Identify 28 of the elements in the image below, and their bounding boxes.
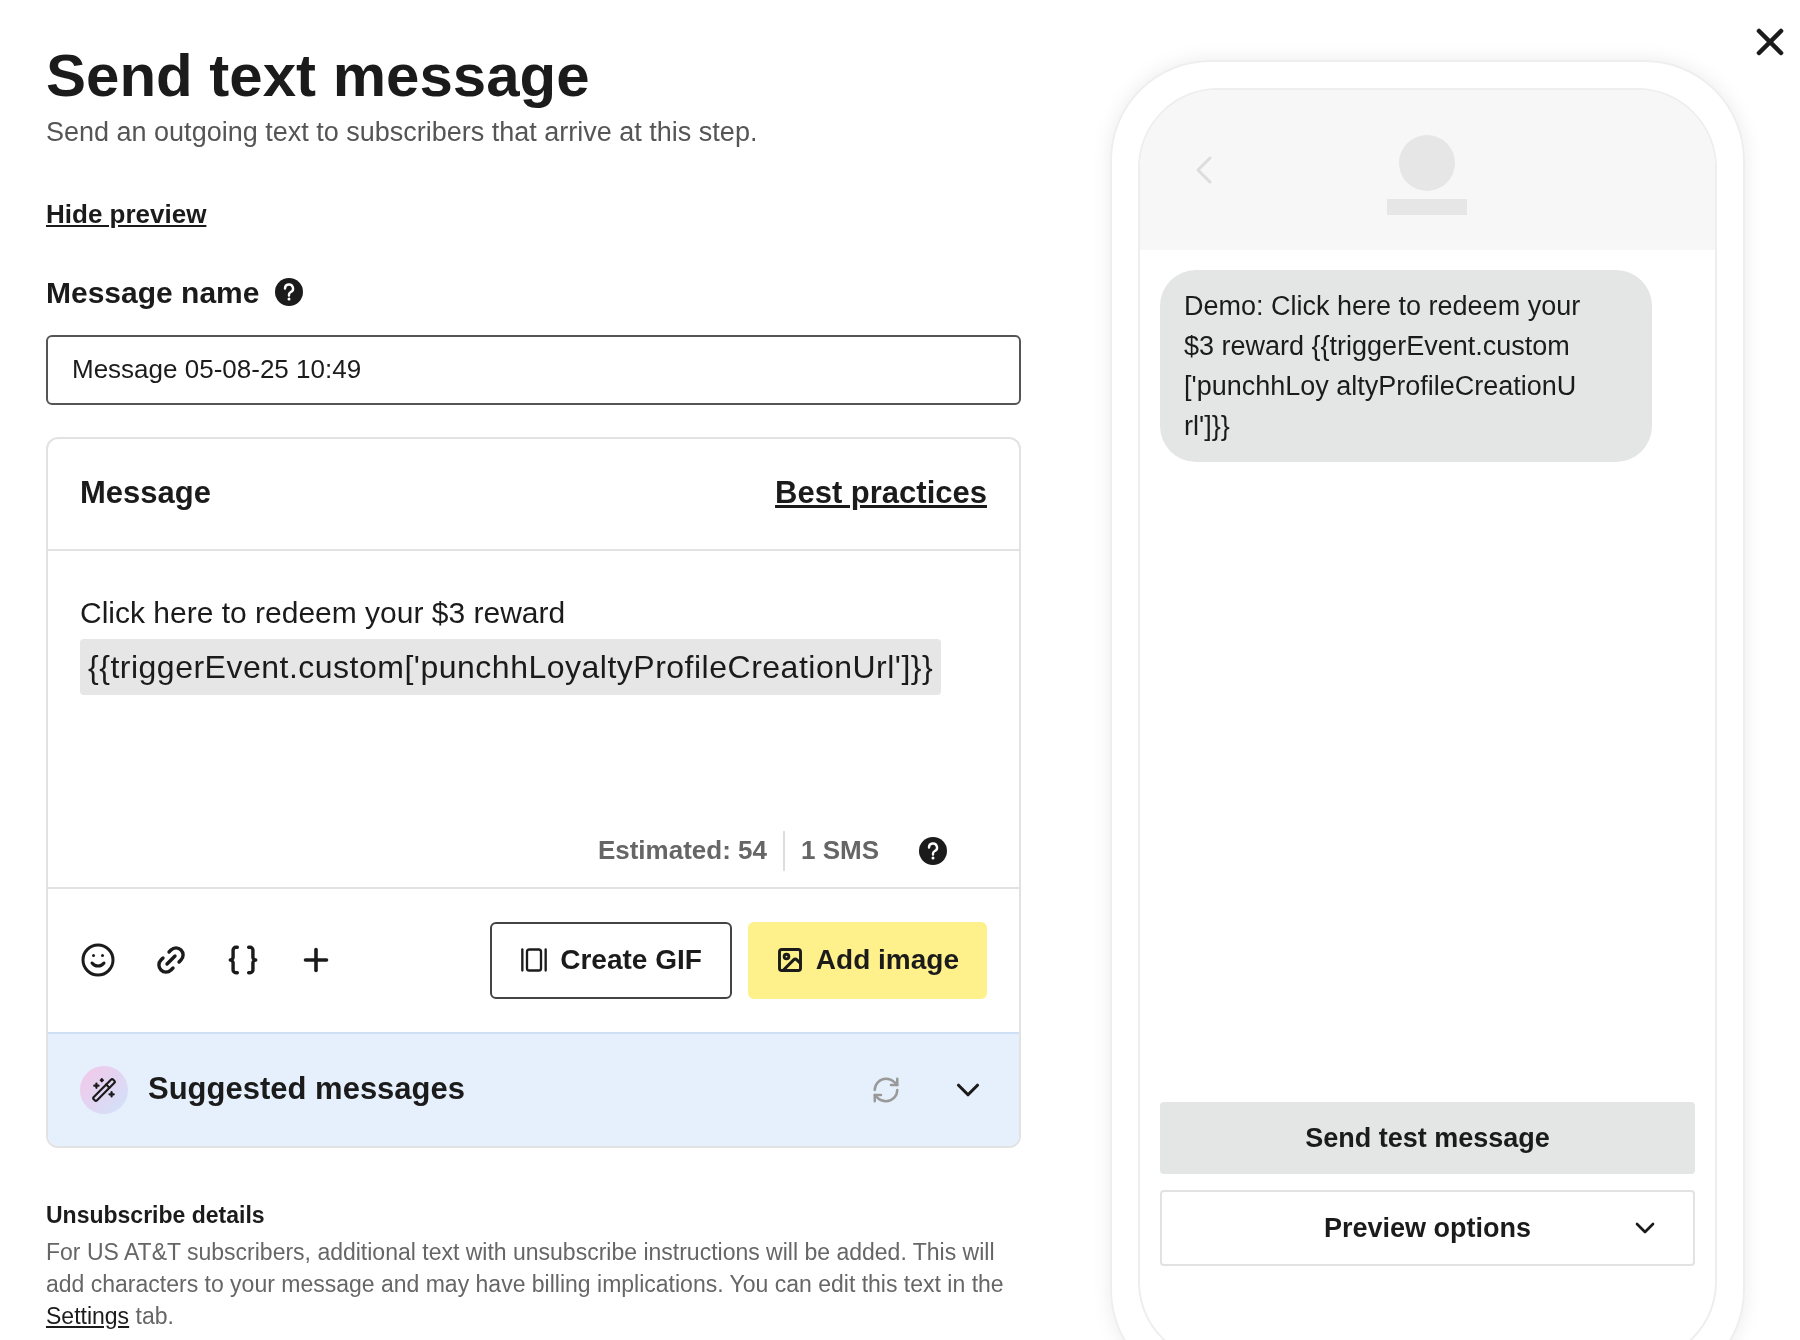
- add-image-button[interactable]: Add image: [747, 921, 987, 999]
- braces-icon[interactable]: [226, 943, 260, 977]
- magic-wand-icon: [80, 1065, 128, 1114]
- gallery-icon: [520, 946, 549, 974]
- template-token: {{triggerEvent.custom['punchhLoyaltyProfileCreationUrl']}}: [80, 638, 942, 695]
- suggested-messages-label: Suggested messages: [148, 1070, 466, 1109]
- message-text: Click here to redeem your $3 reward: [80, 594, 566, 631]
- emoji-icon[interactable]: [80, 942, 116, 978]
- unsubscribe-text: For US AT&T subscribers, additional text with unsubscribe instructions will be added. This will add characters to your message and may have billing implications. You can edit this text in the Settings tab.: [46, 1238, 1005, 1331]
- page-title: Send text message: [46, 44, 591, 108]
- best-practices-link[interactable]: Best practices: [775, 470, 987, 517]
- unsubscribe-title: Unsubscribe details: [46, 1200, 266, 1230]
- image-icon: [775, 946, 804, 974]
- message-name-field[interactable]: Message 05-08-25 10:49: [46, 334, 1021, 405]
- help-icon[interactable]: [275, 278, 304, 306]
- suggested-messages-bar[interactable]: Suggested messages: [48, 1031, 1019, 1146]
- message-name-label: Message name: [46, 274, 260, 311]
- message-bubble: Demo: Click here to redeem your $3 reward {{triggerEvent.custom['punchhLoy altyProfileCreationUrl']}}: [1160, 270, 1652, 462]
- hide-preview-link[interactable]: Hide preview: [46, 194, 207, 234]
- message-heading: Message: [80, 474, 211, 513]
- page-subtitle: Send an outgoing text to subscribers that arrive at this step.: [46, 116, 759, 149]
- settings-link[interactable]: Settings: [46, 1303, 130, 1329]
- help-icon[interactable]: [919, 836, 947, 865]
- preview-options-select[interactable]: Preview options: [1160, 1190, 1695, 1266]
- sms-count: 1 SMS: [800, 834, 879, 867]
- send-test-button[interactable]: Send test message: [1160, 1102, 1695, 1174]
- create-gif-button[interactable]: Create GIF: [490, 921, 732, 999]
- estimated-count: Estimated: 54: [597, 834, 767, 867]
